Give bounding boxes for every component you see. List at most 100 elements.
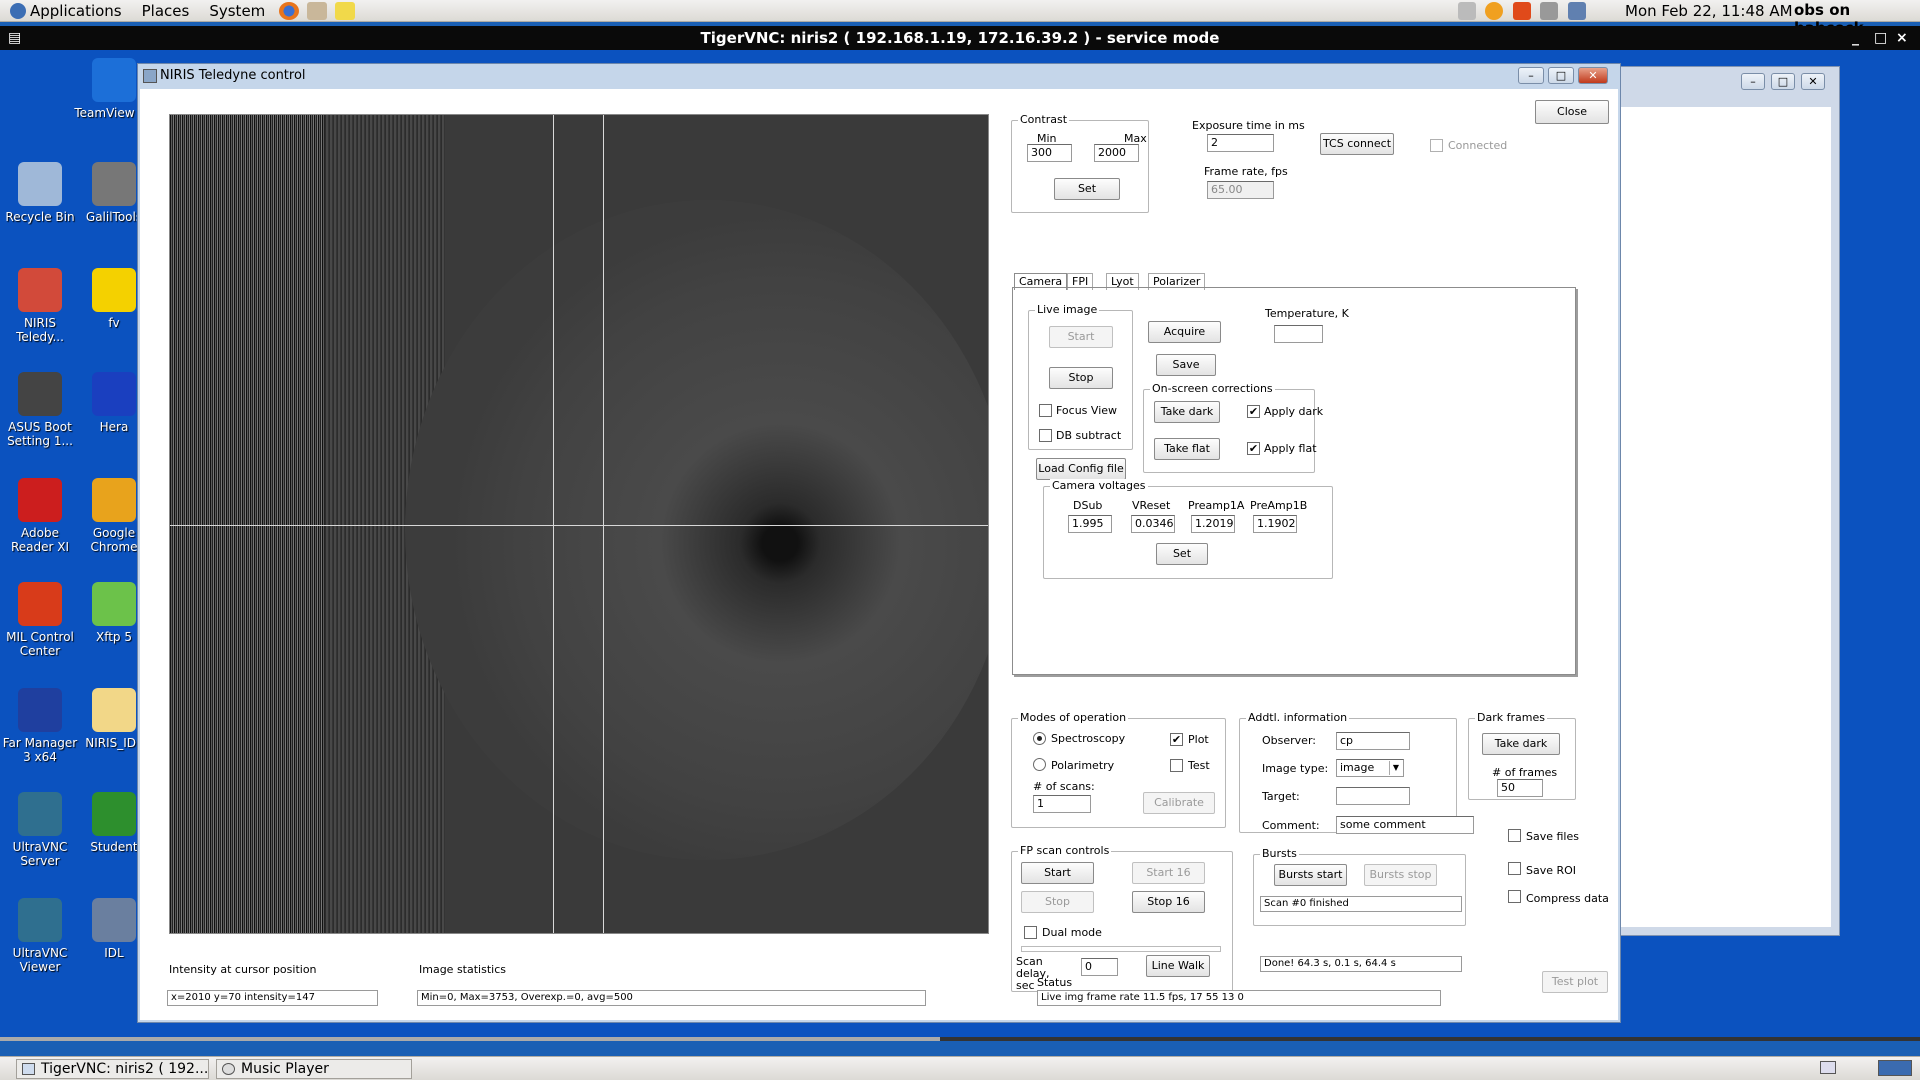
- window-close-button[interactable]: ✕: [1578, 67, 1608, 84]
- desktop-icon[interactable]: Adobe Reader XI: [0, 478, 80, 554]
- frames-count-input[interactable]: 50: [1497, 779, 1543, 797]
- polarimetry-radio[interactable]: [1033, 758, 1046, 771]
- scans-input[interactable]: 1: [1033, 795, 1091, 813]
- vnc-close-button[interactable]: ×: [1896, 26, 1908, 50]
- solar-image-view[interactable]: [169, 114, 989, 934]
- desktop-icon[interactable]: UltraVNC Server: [0, 792, 80, 868]
- connected-checkbox: [1430, 139, 1443, 152]
- dual-mode-checkbox[interactable]: [1024, 926, 1037, 939]
- vnc-scroll-thumb[interactable]: [0, 1037, 940, 1041]
- show-desktop-icon[interactable]: [1820, 1061, 1836, 1074]
- desktop-icon[interactable]: Recycle Bin: [0, 162, 80, 224]
- save-files-checkbox[interactable]: [1508, 829, 1521, 842]
- vnc-minimize-button[interactable]: _: [1852, 26, 1859, 50]
- alert-tray-icon[interactable]: [1513, 2, 1531, 20]
- contrast-max-input[interactable]: 2000: [1094, 144, 1139, 162]
- vnc-maximize-button[interactable]: □: [1874, 26, 1887, 50]
- calibrate-button[interactable]: Calibrate: [1143, 792, 1215, 814]
- voltage-input-vreset[interactable]: 0.0346: [1131, 515, 1175, 533]
- minimize-button[interactable]: –: [1518, 67, 1544, 84]
- live-start-button[interactable]: Start: [1049, 326, 1113, 348]
- image-noise-band: [170, 115, 325, 933]
- tcs-connect-button[interactable]: TCS connect: [1320, 133, 1394, 155]
- acquire-button[interactable]: Acquire: [1148, 321, 1221, 343]
- back-maximize-button[interactable]: □: [1771, 73, 1795, 90]
- temperature-label: Temperature, K: [1265, 307, 1349, 320]
- desktop-icon-label: Recycle Bin: [5, 210, 75, 224]
- spectroscopy-radio[interactable]: [1033, 732, 1046, 745]
- student-icon: [92, 792, 136, 836]
- workspace-switcher[interactable]: [1878, 1060, 1912, 1076]
- voltage-input-preamp1a[interactable]: 1.2019: [1191, 515, 1235, 533]
- ultravnc-server-icon: [18, 792, 62, 836]
- volume-icon[interactable]: [1540, 2, 1558, 20]
- dark-frames-take-dark-button[interactable]: Take dark: [1482, 733, 1560, 755]
- fp-stop-button[interactable]: Stop: [1021, 891, 1094, 913]
- places-menu-label: Places: [141, 1, 190, 20]
- test-plot-button[interactable]: Test plot: [1542, 971, 1608, 993]
- scans-label: # of scans:: [1033, 780, 1095, 793]
- apply-dark-label: Apply dark: [1264, 405, 1324, 418]
- take-dark-button[interactable]: Take dark: [1154, 401, 1220, 423]
- vnc-title-bar[interactable]: ▤ TigerVNC: niris2 ( 192.168.1.19, 172.1…: [0, 26, 1920, 50]
- taskbar-item-label: TigerVNC: niris2 ( 192....: [41, 1061, 209, 1077]
- scan-delay-input[interactable]: 0: [1081, 958, 1118, 976]
- plot-checkbox[interactable]: [1170, 733, 1183, 746]
- apply-dark-checkbox[interactable]: [1247, 405, 1260, 418]
- fp-start-button[interactable]: Start: [1021, 862, 1094, 884]
- desktop-icon[interactable]: MIL Control Center: [0, 582, 80, 658]
- niris-title-bar[interactable]: NIRIS Teledyne control – □ ✕: [138, 64, 1620, 88]
- vnc-horizontal-scrollbar[interactable]: [0, 1037, 1920, 1041]
- maximize-button[interactable]: □: [1548, 67, 1574, 84]
- save-roi-checkbox[interactable]: [1508, 862, 1521, 875]
- fp-start16-button[interactable]: Start 16: [1132, 862, 1205, 884]
- apply-flat-checkbox[interactable]: [1247, 442, 1260, 455]
- screenshot-tray-icon[interactable]: [1458, 2, 1476, 20]
- places-menu[interactable]: Places: [132, 0, 200, 22]
- desktop-icon[interactable]: Far Manager 3 x64: [0, 688, 80, 764]
- taskbar-item-music-player[interactable]: Music Player: [216, 1059, 412, 1079]
- applications-menu[interactable]: Applications: [0, 0, 132, 22]
- test-checkbox[interactable]: [1170, 759, 1183, 772]
- bursts-done: Done! 64.3 s, 0.1 s, 64.4 s: [1260, 956, 1462, 972]
- bursts-start-button[interactable]: Bursts start: [1274, 864, 1347, 886]
- vnc-menu-icon[interactable]: ▤: [8, 26, 21, 50]
- target-input[interactable]: [1336, 787, 1410, 805]
- notes-launcher-icon[interactable]: [335, 1, 356, 20]
- far-manager-icon: [18, 688, 62, 732]
- load-config-button[interactable]: Load Config file: [1036, 458, 1126, 480]
- line-walk-button[interactable]: Line Walk: [1146, 955, 1210, 977]
- compress-data-checkbox[interactable]: [1508, 890, 1521, 903]
- clock[interactable]: Mon Feb 22, 11:48 AM: [1625, 2, 1793, 20]
- take-flat-button[interactable]: Take flat: [1154, 438, 1220, 460]
- db-subtract-checkbox[interactable]: [1039, 429, 1052, 442]
- updates-tray-icon[interactable]: [1485, 2, 1503, 20]
- desktop-icon[interactable]: NIRIS Teledy...: [0, 268, 80, 344]
- close-button[interactable]: Close: [1535, 100, 1609, 124]
- bursts-status: Scan #0 finished: [1260, 896, 1462, 912]
- comment-input[interactable]: some comment: [1336, 816, 1474, 834]
- taskbar-item-tigervnc[interactable]: TigerVNC: niris2 ( 192....: [16, 1059, 209, 1079]
- voltages-set-button[interactable]: Set: [1156, 543, 1208, 565]
- fp-stop16-button[interactable]: Stop 16: [1132, 891, 1205, 913]
- voltage-input-dsub[interactable]: 1.995: [1068, 515, 1112, 533]
- save-button[interactable]: Save: [1156, 354, 1216, 376]
- bursts-stop-button[interactable]: Bursts stop: [1364, 864, 1437, 886]
- image-type-select[interactable]: image ▼: [1336, 759, 1404, 777]
- exposure-input[interactable]: 2: [1207, 134, 1274, 152]
- back-close-button[interactable]: ✕: [1801, 73, 1825, 90]
- mail-launcher-icon[interactable]: [307, 1, 328, 20]
- voltage-input-preamp1b[interactable]: 1.1902: [1253, 515, 1297, 533]
- contrast-set-button[interactable]: Set: [1054, 178, 1120, 200]
- back-minimize-button[interactable]: –: [1741, 73, 1765, 90]
- network-icon[interactable]: [1568, 2, 1586, 20]
- focus-view-checkbox[interactable]: [1039, 404, 1052, 417]
- desktop-icon[interactable]: ASUS Boot Setting 1...: [0, 372, 80, 448]
- live-stop-button[interactable]: Stop: [1049, 367, 1113, 389]
- contrast-min-input[interactable]: 300: [1027, 144, 1072, 162]
- desktop-icon[interactable]: UltraVNC Viewer: [0, 898, 80, 974]
- system-menu[interactable]: System: [199, 0, 275, 22]
- firefox-launcher-icon[interactable]: [279, 1, 300, 20]
- observer-input[interactable]: cp: [1336, 732, 1410, 750]
- niris-window[interactable]: NIRIS Teledyne control – □ ✕ Contrast Mi…: [137, 63, 1621, 1023]
